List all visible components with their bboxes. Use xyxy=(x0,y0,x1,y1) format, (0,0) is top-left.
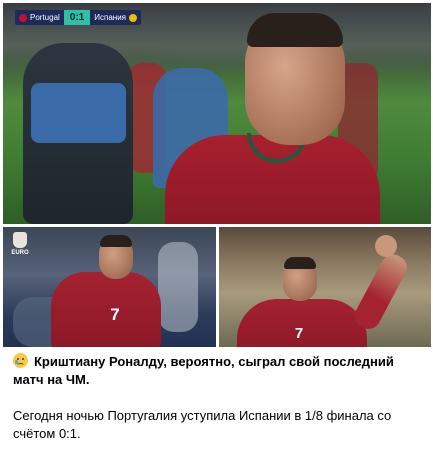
message-post: Portugal 0:1 Испания 7 EURO 7 Криштиану … xyxy=(0,0,433,455)
away-team-name: Испания xyxy=(94,13,126,22)
euro-badge-text: EURO xyxy=(11,250,29,256)
euro-trophy-logo: EURO xyxy=(10,232,30,262)
cameraman-shirt xyxy=(31,83,126,143)
score-value: 0:1 xyxy=(63,10,91,25)
main-photo[interactable]: Portugal 0:1 Испания xyxy=(3,3,431,224)
raised-arm xyxy=(350,250,412,334)
post-body: Сегодня ночью Португалия уступила Испани… xyxy=(13,408,392,441)
photo-left[interactable]: 7 EURO xyxy=(3,227,216,347)
headline-text: Криштиану Роналду, вероятно, сыграл свой… xyxy=(13,354,394,387)
photo-right[interactable]: 7 xyxy=(219,227,431,347)
post-headline: Криштиану Роналду, вероятно, сыграл свой… xyxy=(13,353,423,389)
spain-flag-icon xyxy=(129,13,137,22)
background-blur xyxy=(158,242,198,332)
portugal-flag-icon xyxy=(19,13,27,22)
crying-face-icon xyxy=(13,353,28,368)
scorebug-away: Испания xyxy=(90,10,141,25)
player-closeup xyxy=(165,13,380,224)
home-team-name: Portugal xyxy=(30,13,60,22)
shirt-number: 7 xyxy=(294,325,304,342)
player-hair xyxy=(247,13,343,47)
shirt-number: 7 xyxy=(110,305,120,324)
player-hair xyxy=(100,235,132,247)
raised-fist xyxy=(375,235,397,257)
scorebug-home: Portugal xyxy=(15,10,64,25)
scorebug: Portugal 0:1 Испания xyxy=(15,10,141,25)
trophy-icon xyxy=(13,232,27,248)
player-hair xyxy=(284,257,316,269)
